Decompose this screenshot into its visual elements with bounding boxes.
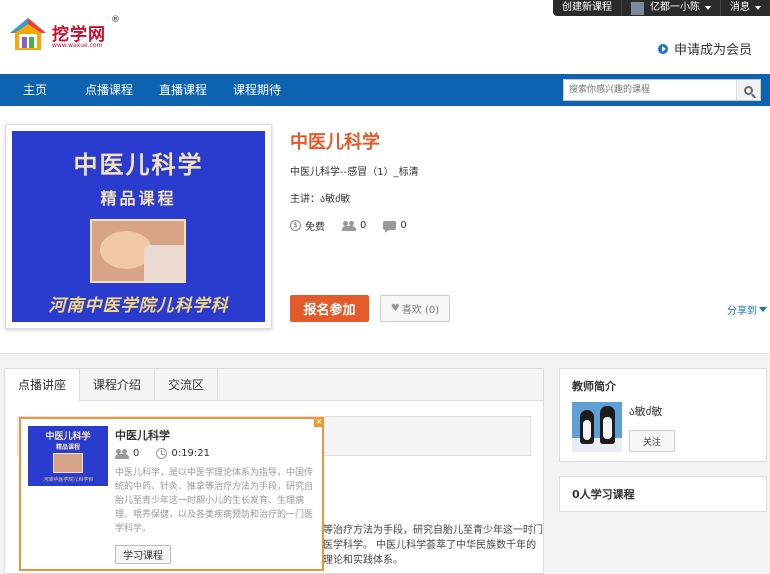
comments-stat: 0: [383, 220, 407, 233]
lecture-preview-popup: × 中医儿科学 精品课程 河南中医学院儿科学科 中医儿科学 0 0:19:21 …: [19, 417, 324, 571]
nav-item-upcoming-courses[interactable]: 课程期待: [233, 74, 281, 106]
popup-cover-subtitle: 精品课程: [55, 444, 80, 451]
learners-card: 0人学习课程: [559, 476, 767, 512]
close-icon[interactable]: ×: [314, 417, 324, 427]
follow-button[interactable]: 关注: [629, 430, 675, 452]
course-tabs: 点播讲座 课程介绍 交流区: [5, 369, 543, 402]
students-count: 0: [360, 220, 367, 231]
heart-icon: ♥: [390, 303, 400, 314]
popup-cover-institution: 河南中医学院儿科学科: [42, 477, 93, 483]
popup-stats: 0 0:19:21: [115, 448, 227, 459]
user-bar: 创建新课程 亿都一小陈 消息: [0, 0, 770, 16]
comments-count: 0: [400, 220, 407, 231]
teacher-avatar[interactable]: [572, 402, 622, 452]
popup-students-stat: 0: [115, 448, 139, 459]
logo-house-icon: [10, 18, 46, 50]
popup-cover-title: 中医儿科学: [45, 432, 91, 442]
nav-item-vod-courses[interactable]: 点播课程: [85, 74, 133, 106]
search-icon: [744, 85, 753, 95]
user-menu[interactable]: 亿都一小陈: [621, 0, 720, 16]
popup-description: 中医儿科学，是以中医学理论体系为指导，中国传统的中药、针灸、推拿等治疗方法为手段…: [115, 468, 314, 534]
price-stat: $ 免费: [290, 218, 325, 233]
search-input[interactable]: [564, 80, 734, 100]
apply-member-label: 申请成为会员: [673, 43, 752, 58]
teacher-name[interactable]: ა敏ძ敏: [629, 403, 662, 419]
course-search: [563, 79, 761, 101]
nav-item-home[interactable]: 主页: [23, 74, 47, 106]
course-hero: 中医儿科学 精品课程 河南中医学院儿科学科 中医儿科学 中医儿科学--感冒（1）…: [0, 106, 770, 354]
tab-course-intro[interactable]: 课程介绍: [80, 369, 156, 401]
like-label: 喜欢 (0): [401, 305, 440, 316]
cover-baby-photo: [90, 219, 186, 283]
users-icon: [115, 448, 129, 459]
messages-menu[interactable]: 消息: [720, 0, 770, 16]
popup-duration: 0:19:21: [171, 448, 210, 459]
popup-students-count: 0: [133, 448, 140, 459]
apply-member-link[interactable]: 申请成为会员: [657, 39, 752, 58]
tab-lectures[interactable]: 点播讲座: [5, 369, 81, 402]
messages-label: 消息: [730, 2, 750, 13]
study-course-button[interactable]: 学习课程: [115, 545, 171, 564]
course-subtitle: 中医儿科学--感冒（1）_标清: [290, 167, 419, 178]
username: 亿都一小陈: [650, 2, 700, 13]
like-button[interactable]: ♥ 喜欢 (0): [380, 295, 450, 322]
course-title: 中医儿科学: [290, 132, 380, 153]
course-description-text: 等治疗方法为手段，研究自胎儿至青少年这一时门医学科学。 中医儿科学荟萃了中华民族…: [323, 525, 543, 566]
price-value: 免费: [305, 222, 325, 233]
teacher-card-title: 教师简介: [572, 380, 616, 393]
course-stats: $ 免费 0 0: [290, 218, 424, 233]
popup-title: 中医儿科学: [115, 429, 170, 442]
search-button[interactable]: [736, 80, 760, 100]
site-logo[interactable]: 挖学网 ® www.waxue.com: [8, 15, 120, 52]
popup-cover-image: 中医儿科学 精品课程 河南中医学院儿科学科: [28, 426, 108, 486]
cover-institution: 河南中医学院儿科学科: [48, 296, 229, 316]
user-bar-strip: 创建新课程 亿都一小陈 消息: [553, 0, 770, 16]
tab-discussion[interactable]: 交流区: [155, 369, 219, 401]
clock-icon: [156, 448, 168, 459]
chat-icon: [383, 221, 397, 233]
popup-cover-baby-photo: [53, 453, 83, 473]
cover-subtitle: 精品课程: [100, 189, 177, 208]
play-circle-icon: [657, 43, 668, 54]
share-dropdown[interactable]: 分享到: [727, 302, 767, 317]
logo-url: www.waxue.com: [52, 42, 103, 49]
learners-title: 0人学习课程: [572, 488, 635, 501]
cover-title: 中医儿科学: [73, 150, 204, 179]
create-course-link[interactable]: 创建新课程: [553, 0, 621, 16]
logo-registered-mark: ®: [111, 15, 120, 25]
coin-icon: $: [290, 220, 301, 231]
students-stat: 0: [342, 220, 366, 231]
enroll-button[interactable]: 报名参加: [290, 295, 369, 322]
chevron-down-icon: [755, 6, 761, 10]
course-cover-image[interactable]: 中医儿科学 精品课程 河南中医学院儿科学科: [12, 131, 265, 322]
course-teacher: 主讲：ა敏ძ敏: [290, 194, 351, 205]
share-label: 分享到: [727, 306, 757, 317]
course-cover-frame: 中医儿科学 精品课程 河南中医学院儿科学科: [5, 124, 272, 329]
nav-item-live-courses[interactable]: 直播课程: [159, 74, 207, 106]
users-icon: [342, 220, 356, 231]
popup-duration-stat: 0:19:21: [156, 448, 210, 459]
chevron-down-icon: [705, 6, 711, 10]
caret-down-icon: [759, 307, 767, 312]
user-avatar: [631, 1, 644, 15]
main-nav: 主页 点播课程 直播课程 课程期待: [0, 74, 770, 106]
teacher-card: 教师简介 ა敏ძ敏 关注: [559, 368, 767, 462]
